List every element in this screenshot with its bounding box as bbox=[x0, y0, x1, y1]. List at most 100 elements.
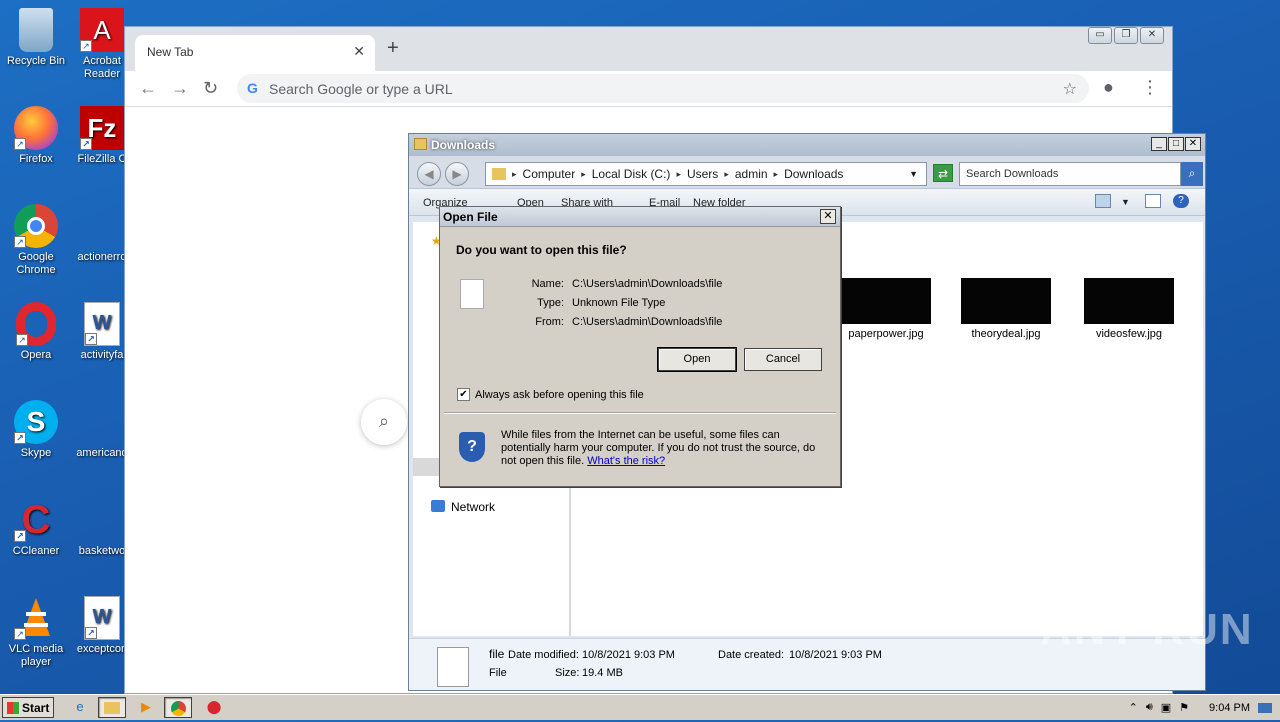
shortcut-arrow-icon: ↗ bbox=[85, 627, 97, 639]
file-thumbnail[interactable] bbox=[1084, 278, 1174, 324]
profile-avatar-icon[interactable]: ● bbox=[1103, 77, 1114, 98]
dialog-title-bar: Open File ✕ bbox=[440, 207, 840, 227]
breadcrumb-item[interactable]: admin bbox=[735, 167, 768, 181]
tab-title: New Tab bbox=[147, 45, 194, 59]
cancel-button[interactable]: Cancel bbox=[744, 348, 822, 371]
help-icon[interactable]: ? bbox=[1173, 194, 1189, 208]
open-button[interactable]: Open bbox=[657, 347, 737, 372]
chevron-up-icon[interactable]: ⌃ bbox=[1129, 701, 1138, 714]
desktop-icon-recycle-bin[interactable]: Recycle Bin bbox=[0, 8, 72, 68]
forward-arrow-icon[interactable]: ▶ bbox=[445, 162, 469, 186]
folder-icon bbox=[492, 168, 506, 180]
desktop-icon-acrobat-reader[interactable]: A ↗ Acrobat Reader bbox=[76, 8, 128, 81]
desktop-icon-label: Acrobat Reader bbox=[83, 55, 121, 80]
media-player-icon[interactable]: ▶ bbox=[132, 697, 160, 718]
checkbox-checked-icon[interactable]: ✔ bbox=[457, 388, 470, 401]
restore-icon[interactable]: ❐ bbox=[1114, 27, 1138, 44]
shortcut-arrow-icon: ↗ bbox=[80, 138, 92, 150]
explorer-search-input[interactable]: Search Downloads bbox=[959, 162, 1181, 186]
firefox-icon: ↗ bbox=[14, 106, 58, 150]
desktop-icon-label: Recycle Bin bbox=[6, 55, 66, 67]
shortcut-arrow-icon: ↗ bbox=[14, 628, 26, 640]
desktop-icon-google-chrome[interactable]: ↗ Google Chrome bbox=[0, 204, 72, 277]
view-options-icon[interactable] bbox=[1095, 194, 1111, 208]
show-desktop-icon[interactable] bbox=[1258, 702, 1272, 713]
bookmark-star-icon[interactable]: ☆ bbox=[1063, 79, 1077, 99]
refresh-icon[interactable]: ⇄ bbox=[933, 164, 953, 182]
desktop-icon-opera[interactable]: ↗ Opera bbox=[0, 302, 72, 362]
back-arrow-icon[interactable]: ◀ bbox=[417, 162, 441, 186]
desktop-icon-ccleaner[interactable]: C ↗ CCleaner bbox=[0, 498, 72, 558]
action-center-flag-icon[interactable]: ⚑ bbox=[1179, 701, 1189, 714]
type-label: Type: bbox=[537, 297, 564, 309]
shortcut-arrow-icon: ↗ bbox=[14, 432, 26, 444]
internet-explorer-icon[interactable]: e bbox=[66, 697, 94, 718]
breadcrumb-item[interactable]: Users bbox=[687, 167, 718, 181]
clock[interactable]: 9:04 PM bbox=[1209, 702, 1250, 714]
tab-new-tab[interactable]: New Tab ✕ bbox=[135, 35, 375, 71]
file-name[interactable]: theorydeal.jpg bbox=[946, 328, 1066, 340]
desktop-icon-exceptcon[interactable]: W ↗ exceptcon bbox=[76, 596, 128, 656]
close-icon[interactable]: ✕ bbox=[353, 43, 365, 60]
back-arrow-icon[interactable]: ← bbox=[139, 78, 157, 99]
close-icon[interactable]: ✕ bbox=[820, 209, 836, 224]
file-name[interactable]: paperpower.jpg bbox=[826, 328, 946, 340]
file-name-row: Name: C:\Users\admin\Downloads\file bbox=[514, 278, 723, 290]
desktop-icon-label: basketwo bbox=[78, 545, 126, 557]
desktop-icon-firefox[interactable]: ↗ Firefox bbox=[0, 106, 72, 166]
chrome-taskbar-icon[interactable] bbox=[164, 697, 192, 718]
desktop-icon-label: VLC media player bbox=[8, 643, 64, 668]
security-shield-icon: ? bbox=[459, 432, 485, 462]
checkbox-label: Always ask before opening this file bbox=[475, 388, 644, 401]
menu-kebab-icon[interactable]: ⋮ bbox=[1141, 77, 1159, 98]
desktop-icon-basketwo[interactable]: basketwo bbox=[76, 498, 128, 558]
desktop-icon-vlc[interactable]: ↗ VLC media player bbox=[0, 596, 72, 669]
breadcrumb-item[interactable]: Computer bbox=[523, 167, 576, 181]
stop-icon[interactable]: ⬤ bbox=[200, 697, 228, 718]
file-name[interactable]: videosfew.jpg bbox=[1069, 328, 1189, 340]
dialog-title: Open File bbox=[443, 210, 498, 224]
reload-icon[interactable]: ↻ bbox=[203, 78, 218, 99]
desktop-icon-label: americand bbox=[76, 447, 128, 459]
desktop-icon-label: Skype bbox=[20, 447, 52, 459]
word-document-icon: W ↗ bbox=[84, 302, 120, 346]
network-tray-icon[interactable]: ▣ bbox=[1161, 701, 1171, 714]
desktop-icon-activityfa[interactable]: W ↗ activityfa bbox=[76, 302, 128, 362]
desktop-icon-label: actionerro bbox=[77, 251, 127, 263]
desktop-icon-skype[interactable]: S ↗ Skype bbox=[0, 400, 72, 460]
file-thumbnail[interactable] bbox=[961, 278, 1051, 324]
new-tab-plus-icon[interactable]: + bbox=[387, 37, 399, 60]
unknown-file-icon bbox=[460, 279, 484, 309]
close-icon[interactable]: ✕ bbox=[1185, 137, 1201, 151]
chevron-down-icon[interactable]: ▼ bbox=[1121, 197, 1130, 207]
network-icon bbox=[431, 500, 445, 512]
desktop-icon-filezilla[interactable]: Fz ↗ FileZilla C bbox=[76, 106, 128, 166]
google-search-icon[interactable]: ⌕ bbox=[361, 399, 407, 445]
close-icon[interactable]: ✕ bbox=[1140, 27, 1164, 44]
breadcrumb-item[interactable]: Downloads bbox=[784, 167, 843, 181]
whats-the-risk-link[interactable]: What's the risk? bbox=[587, 455, 665, 467]
breadcrumb-item[interactable]: Local Disk (C:) bbox=[592, 167, 671, 181]
forward-arrow-icon[interactable]: → bbox=[171, 78, 189, 99]
desktop-icon-americand[interactable]: americand bbox=[76, 400, 128, 460]
desktop-icon-actionerro[interactable]: actionerro bbox=[76, 204, 128, 264]
always-ask-checkbox-row[interactable]: ✔ Always ask before opening this file bbox=[457, 388, 644, 401]
details-file-name: file bbox=[489, 647, 505, 661]
file-explorer-icon[interactable] bbox=[98, 697, 126, 718]
chevron-down-icon[interactable]: ▼ bbox=[909, 169, 918, 179]
maximize-icon[interactable]: □ bbox=[1168, 137, 1184, 151]
nav-item-network[interactable]: Network bbox=[431, 500, 495, 514]
start-button[interactable]: Start bbox=[2, 697, 54, 718]
details-modified-label: Date modified: bbox=[508, 649, 579, 661]
search-icon[interactable]: ⌕ bbox=[1181, 162, 1203, 186]
minimize-icon[interactable]: ▭ bbox=[1088, 27, 1112, 44]
minimize-icon[interactable]: _ bbox=[1151, 137, 1167, 151]
omnibox[interactable]: G Search Google or type a URL ☆ bbox=[237, 74, 1089, 103]
address-bar[interactable]: ▸ Computer ▸ Local Disk (C:) ▸ Users ▸ a… bbox=[485, 162, 927, 186]
acrobat-icon: A ↗ bbox=[80, 8, 124, 52]
preview-pane-icon[interactable] bbox=[1145, 194, 1161, 208]
desktop-icon-label: CCleaner bbox=[12, 545, 60, 557]
ccleaner-icon: C ↗ bbox=[14, 498, 58, 542]
volume-icon[interactable]: 🔊︎ bbox=[1146, 701, 1153, 714]
file-thumbnail[interactable] bbox=[841, 278, 931, 324]
